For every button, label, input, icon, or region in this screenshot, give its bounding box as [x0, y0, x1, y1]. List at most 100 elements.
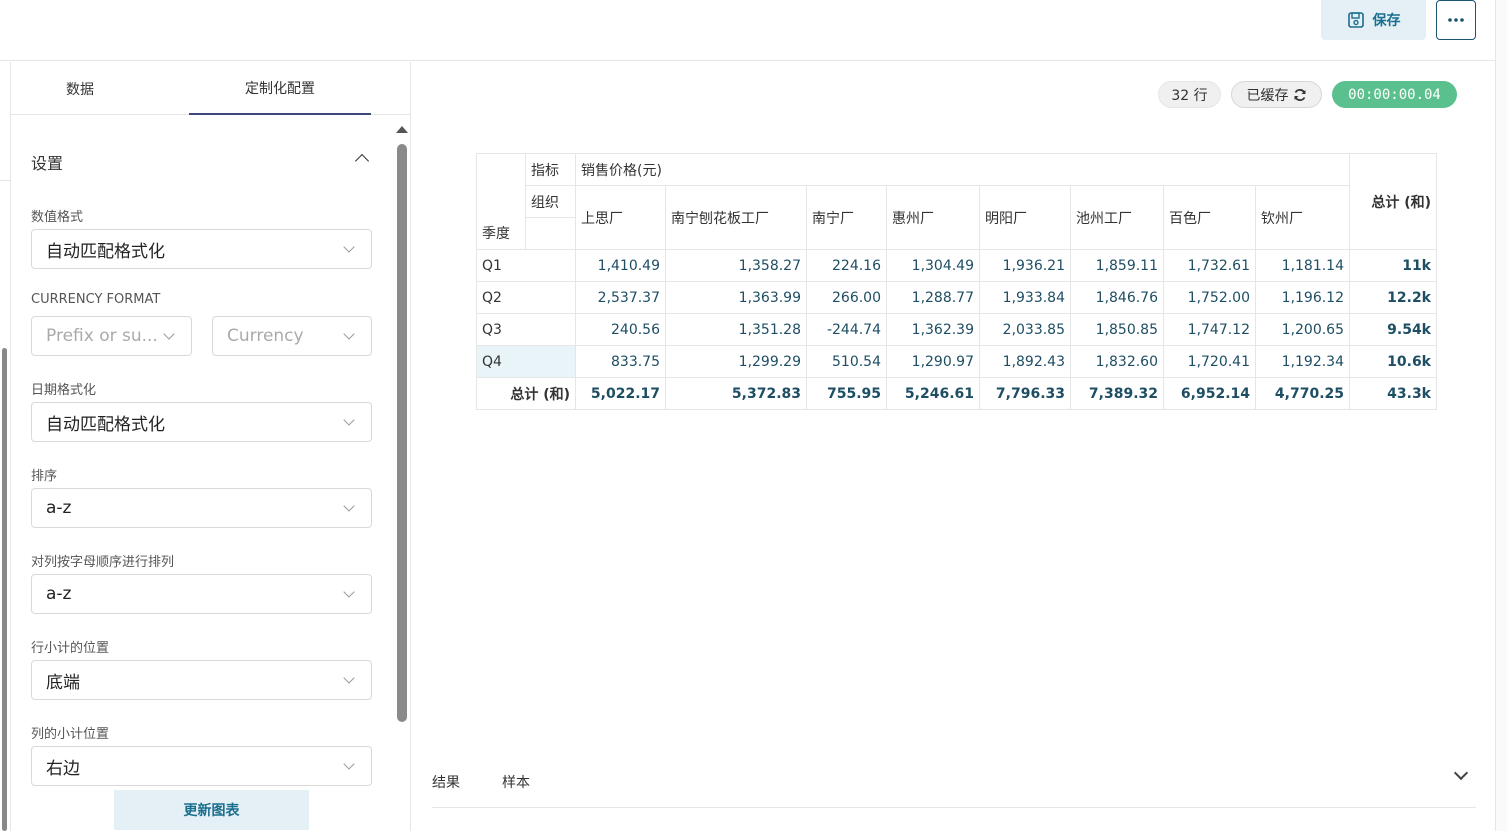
column-header: 钦州厂 [1255, 185, 1350, 250]
tab-customize[interactable]: 定制化配置 [189, 62, 371, 115]
pivot-corner [476, 153, 526, 218]
total-cell: 7,796.33 [979, 377, 1071, 410]
column-subtotal-label: 列的小计位置 [31, 727, 110, 742]
cached-badge[interactable]: 已缓存 [1231, 81, 1322, 108]
date-format-select[interactable]: 自动匹配格式化 [31, 402, 372, 442]
empty-cell [525, 217, 576, 250]
column-header: 百色厂 [1163, 185, 1256, 250]
row-total-cell: 10.6k [1349, 345, 1437, 378]
table-cell: 1,290.97 [886, 345, 980, 378]
total-cell: 4,770.25 [1255, 377, 1350, 410]
table-cell: 1,358.27 [665, 249, 807, 282]
column-header: 明阳厂 [979, 185, 1071, 250]
chevron-down-icon[interactable] [1453, 765, 1469, 781]
table-row: Q1 1,410.49 1,358.27 224.16 1,304.49 1,9… [476, 249, 1437, 282]
row-subtotal-value: 底端 [46, 672, 80, 693]
table-cell: 1,192.34 [1255, 345, 1350, 378]
total-cell: 7,389.32 [1070, 377, 1164, 410]
row-total-cell: 12.2k [1349, 281, 1437, 314]
refresh-icon[interactable] [1293, 88, 1307, 102]
column-header: 南宁刨花板工厂 [665, 185, 807, 250]
currency-prefix-select[interactable]: Prefix or su... [31, 316, 192, 356]
more-options-button[interactable] [1436, 0, 1476, 40]
sort-select[interactable]: a-z [31, 488, 372, 528]
total-row: 总计 (和) 5,022.17 5,372.83 755.95 5,246.61… [476, 377, 1437, 410]
total-cell: 6,952.14 [1163, 377, 1256, 410]
column-sort-label: 对列按字母顺序进行排列 [31, 555, 175, 570]
total-cell: 5,246.61 [886, 377, 980, 410]
row-subtotal-select[interactable]: 底端 [31, 660, 372, 700]
row-label: Q3 [476, 313, 576, 346]
table-cell: 1,732.61 [1163, 249, 1256, 282]
table-cell: 266.00 [806, 281, 887, 314]
table-cell: 2,033.85 [979, 313, 1071, 346]
save-button-label: 保存 [1372, 12, 1401, 28]
table-cell: -244.74 [806, 313, 887, 346]
tab-data[interactable]: 数据 [11, 62, 149, 115]
column-subtotal-value: 右边 [46, 758, 80, 779]
table-cell: 1,299.29 [665, 345, 807, 378]
more-horizontal-icon [1448, 18, 1464, 22]
table-cell: 1,410.49 [575, 249, 666, 282]
row-label: Q4 [476, 345, 576, 378]
sidebar-scrollbar[interactable] [396, 126, 408, 726]
table-cell: 1,933.84 [979, 281, 1071, 314]
table-cell: 1,832.60 [1070, 345, 1164, 378]
table-cell: 224.16 [806, 249, 887, 282]
currency-placeholder: Currency [227, 326, 304, 346]
scroll-up-arrow-icon[interactable] [396, 126, 408, 133]
column-subtotal-select[interactable]: 右边 [31, 746, 372, 786]
table-cell: 1,196.12 [1255, 281, 1350, 314]
column-sort-select[interactable]: a-z [31, 574, 372, 614]
tab-data-label: 数据 [66, 81, 94, 98]
left-collapsed-panel [0, 62, 11, 831]
table-cell: 1,181.14 [1255, 249, 1350, 282]
query-timer-badge: 00:00:00.04 [1332, 81, 1457, 108]
main-panel: 32 行 已缓存 00:00:00.04 指标 销售价格(元) 总计 (和) 组… [412, 62, 1495, 831]
column-dim-label: 组织 [525, 185, 576, 218]
table-cell: 1,363.99 [665, 281, 807, 314]
chevron-down-icon [343, 241, 355, 253]
table-cell: 1,747.12 [1163, 313, 1256, 346]
column-header: 南宁厂 [806, 185, 887, 250]
tab-samples[interactable]: 样本 [502, 772, 530, 792]
row-label: Q1 [476, 249, 576, 282]
table-cell: 1,304.49 [886, 249, 980, 282]
table-cell: 1,362.39 [886, 313, 980, 346]
table-cell: 1,752.00 [1163, 281, 1256, 314]
scrollbar-thumb[interactable] [397, 144, 407, 722]
chevron-down-icon [343, 500, 355, 512]
number-format-value: 自动匹配格式化 [46, 241, 165, 262]
chevron-down-icon [343, 758, 355, 770]
table-row: Q2 2,537.37 1,363.99 266.00 1,288.77 1,9… [476, 281, 1437, 314]
total-cell: 5,022.17 [575, 377, 666, 410]
currency-select[interactable]: Currency [212, 316, 372, 356]
tab-results[interactable]: 结果 [432, 772, 460, 792]
currency-format-label: CURRENCY FORMAT [31, 292, 161, 307]
date-format-label: 日期格式化 [31, 383, 97, 398]
table-cell: 1,850.85 [1070, 313, 1164, 346]
update-chart-button[interactable]: 更新图表 [114, 790, 309, 830]
tab-customize-label: 定制化配置 [245, 80, 315, 97]
table-cell: 1,200.65 [1255, 313, 1350, 346]
chevron-up-icon[interactable] [354, 153, 370, 169]
table-cell: 2,537.37 [575, 281, 666, 314]
row-dim-label: 季度 [476, 217, 526, 250]
chevron-down-icon [343, 586, 355, 598]
column-sort-value: a-z [46, 584, 72, 604]
chevron-down-icon [343, 414, 355, 426]
table-cell: 1,936.21 [979, 249, 1071, 282]
number-format-label: 数值格式 [31, 210, 84, 225]
top-bar: 保存 [0, 0, 1495, 61]
column-header: 惠州厂 [886, 185, 980, 250]
save-icon [1347, 12, 1364, 28]
currency-prefix-placeholder: Prefix or su... [46, 326, 158, 346]
number-format-select[interactable]: 自动匹配格式化 [31, 229, 372, 269]
save-button[interactable]: 保存 [1321, 0, 1426, 40]
total-column-header: 总计 (和) [1349, 153, 1437, 250]
metric-label: 指标 [525, 153, 576, 186]
left-scrollbar[interactable] [2, 348, 7, 831]
metric-name: 销售价格(元) [575, 153, 1350, 186]
table-cell: 1,859.11 [1070, 249, 1164, 282]
table-cell: 240.56 [575, 313, 666, 346]
